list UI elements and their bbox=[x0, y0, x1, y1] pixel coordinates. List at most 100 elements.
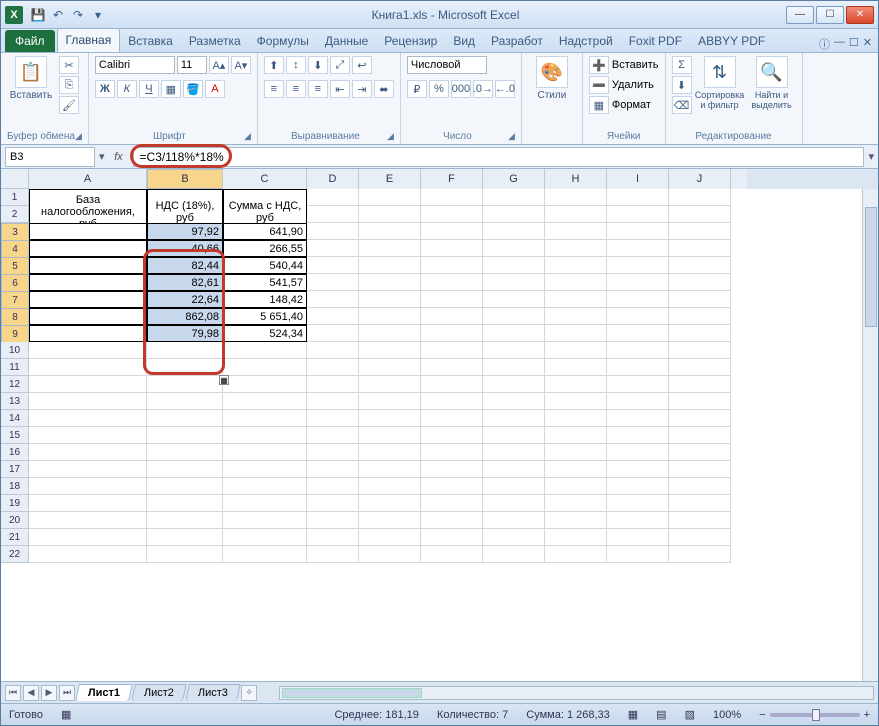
cell-E22[interactable] bbox=[359, 546, 421, 563]
cell-J19[interactable] bbox=[669, 495, 731, 512]
view-normal-icon[interactable]: ▦ bbox=[628, 708, 638, 721]
cell-B9[interactable]: 79,98 bbox=[147, 325, 223, 342]
cell-B17[interactable] bbox=[147, 461, 223, 478]
col-header-J[interactable]: J bbox=[669, 169, 731, 189]
cell-C7[interactable]: 148,42 bbox=[223, 291, 307, 308]
comma-icon[interactable]: 000 bbox=[451, 80, 471, 98]
formula-input[interactable]: =C3/118%*18% =C3/118%*18% bbox=[133, 147, 865, 167]
row-header[interactable]: 2 bbox=[1, 206, 29, 223]
col-header-E[interactable]: E bbox=[359, 169, 421, 189]
vscroll-thumb[interactable] bbox=[865, 207, 877, 327]
grid[interactable]: 12База налогообложения, рубНДС (18%), ру… bbox=[1, 189, 862, 681]
cell-A16[interactable] bbox=[29, 444, 147, 461]
decrease-font-icon[interactable]: A▾ bbox=[231, 56, 251, 74]
cell-H13[interactable] bbox=[545, 393, 607, 410]
cell-C9[interactable]: 524,34 bbox=[223, 325, 307, 342]
cell-G20[interactable] bbox=[483, 512, 545, 529]
cell-E2[interactable] bbox=[359, 206, 421, 223]
cell-B21[interactable] bbox=[147, 529, 223, 546]
row-header[interactable]: 21 bbox=[1, 529, 29, 546]
cell-H19[interactable] bbox=[545, 495, 607, 512]
row-header[interactable]: 12 bbox=[1, 376, 29, 393]
currency-icon[interactable]: ₽ bbox=[407, 80, 427, 98]
qat-dropdown-icon[interactable]: ▾ bbox=[89, 6, 107, 24]
row-header[interactable]: 22 bbox=[1, 546, 29, 563]
cell-D18[interactable] bbox=[307, 478, 359, 495]
insert-label[interactable]: Вставить bbox=[612, 59, 659, 71]
cell-F14[interactable] bbox=[421, 410, 483, 427]
cell-C22[interactable] bbox=[223, 546, 307, 563]
cell-B11[interactable] bbox=[147, 359, 223, 376]
cell-E18[interactable] bbox=[359, 478, 421, 495]
cell-E12[interactable] bbox=[359, 376, 421, 393]
cell-D15[interactable] bbox=[307, 427, 359, 444]
cell-I2[interactable] bbox=[607, 206, 669, 223]
zoom-slider[interactable] bbox=[770, 713, 860, 717]
cell-I17[interactable] bbox=[607, 461, 669, 478]
cell-B7[interactable]: 22,64 bbox=[147, 291, 223, 308]
namebox-dropdown-icon[interactable]: ▾ bbox=[99, 150, 105, 163]
row-header[interactable]: 4 bbox=[1, 240, 29, 258]
cell-B8[interactable]: 862,08 bbox=[147, 308, 223, 325]
cell-H5[interactable] bbox=[545, 257, 607, 274]
maximize-button[interactable]: ☐ bbox=[816, 6, 844, 24]
name-box[interactable]: B3 bbox=[5, 147, 95, 167]
cell-G1[interactable] bbox=[483, 189, 545, 206]
cell-F1[interactable] bbox=[421, 189, 483, 206]
clear-icon[interactable]: ⌫ bbox=[672, 96, 692, 114]
col-header-B[interactable]: B bbox=[147, 169, 223, 189]
cell-I15[interactable] bbox=[607, 427, 669, 444]
ribbon-restore-icon[interactable]: ☐ bbox=[849, 36, 859, 52]
row-header[interactable]: 6 bbox=[1, 274, 29, 292]
horizontal-scrollbar[interactable] bbox=[279, 686, 874, 700]
cell-E11[interactable] bbox=[359, 359, 421, 376]
new-sheet-icon[interactable]: ✧ bbox=[241, 685, 257, 701]
col-header-A[interactable]: A bbox=[29, 169, 147, 189]
cell-J13[interactable] bbox=[669, 393, 731, 410]
sheet-tab-3[interactable]: Лист3 bbox=[185, 684, 241, 701]
cell-G16[interactable] bbox=[483, 444, 545, 461]
sheet-tab-1[interactable]: Лист1 bbox=[75, 684, 133, 701]
cell-H2[interactable] bbox=[545, 206, 607, 223]
cell-I13[interactable] bbox=[607, 393, 669, 410]
cell-H22[interactable] bbox=[545, 546, 607, 563]
select-all-corner[interactable] bbox=[1, 169, 29, 189]
cell-G18[interactable] bbox=[483, 478, 545, 495]
cell-E14[interactable] bbox=[359, 410, 421, 427]
cell-B13[interactable] bbox=[147, 393, 223, 410]
row-header[interactable]: 20 bbox=[1, 512, 29, 529]
sheet-tab-2[interactable]: Лист2 bbox=[131, 684, 187, 701]
autofill-options-icon[interactable]: ▦ bbox=[219, 375, 229, 385]
row-header[interactable]: 11 bbox=[1, 359, 29, 376]
cell-G11[interactable] bbox=[483, 359, 545, 376]
cell-F9[interactable] bbox=[421, 325, 483, 342]
cell-B22[interactable] bbox=[147, 546, 223, 563]
cell-J8[interactable] bbox=[669, 308, 731, 325]
inc-decimal-icon[interactable]: .0→ bbox=[473, 80, 493, 98]
row-header[interactable]: 10 bbox=[1, 342, 29, 359]
cell-G6[interactable] bbox=[483, 274, 545, 291]
cell-G13[interactable] bbox=[483, 393, 545, 410]
cell-H6[interactable] bbox=[545, 274, 607, 291]
clipboard-launcher-icon[interactable]: ◢ bbox=[75, 131, 82, 142]
cell-D14[interactable] bbox=[307, 410, 359, 427]
view-layout-icon[interactable]: ▤ bbox=[656, 708, 666, 721]
col-header-G[interactable]: G bbox=[483, 169, 545, 189]
cell-F10[interactable] bbox=[421, 342, 483, 359]
cell-J14[interactable] bbox=[669, 410, 731, 427]
cell-F7[interactable] bbox=[421, 291, 483, 308]
merge-icon[interactable]: ⬌ bbox=[374, 80, 394, 98]
cell-I9[interactable] bbox=[607, 325, 669, 342]
tab-data[interactable]: Данные bbox=[317, 30, 376, 52]
wrap-text-icon[interactable]: ↩ bbox=[352, 56, 372, 74]
cell-I1[interactable] bbox=[607, 189, 669, 206]
cell-B20[interactable] bbox=[147, 512, 223, 529]
delete-cell-icon[interactable]: ➖ bbox=[589, 76, 609, 94]
cell-D22[interactable] bbox=[307, 546, 359, 563]
font-size-select[interactable]: 11 bbox=[177, 56, 207, 74]
cell-A3[interactable] bbox=[29, 223, 147, 240]
cell-E7[interactable] bbox=[359, 291, 421, 308]
cell-D6[interactable] bbox=[307, 274, 359, 291]
row-header[interactable]: 8 bbox=[1, 308, 29, 326]
cell-J15[interactable] bbox=[669, 427, 731, 444]
